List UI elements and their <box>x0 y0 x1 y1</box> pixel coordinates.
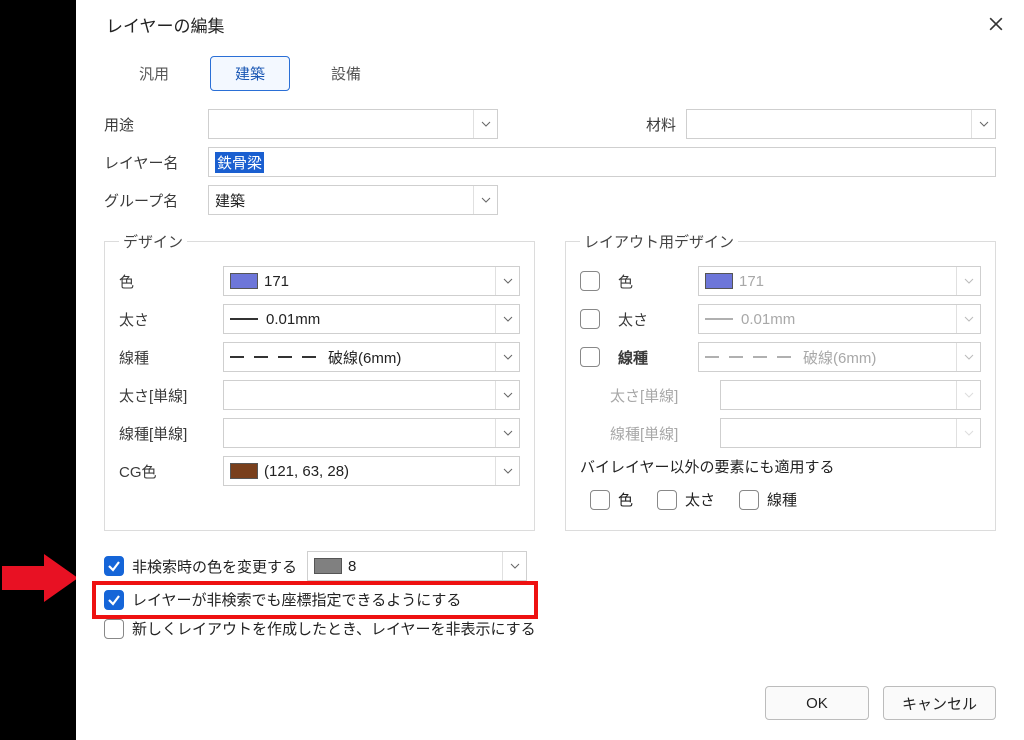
swatch-cg-color <box>230 463 258 479</box>
group-design: デザイン 色 171 太さ 0.01mm <box>104 231 535 531</box>
label-layout-color: 色 <box>618 271 688 292</box>
chevron-down-icon <box>495 457 519 485</box>
legend-design: デザイン <box>119 231 187 252</box>
label-thickness: 太さ <box>119 309 213 330</box>
label-layout-linetype-single: 線種[単線] <box>610 423 710 444</box>
tab-architecture[interactable]: 建築 <box>210 56 290 91</box>
chevron-down-icon <box>473 110 497 138</box>
combo-thickness-value: 0.01mm <box>266 311 320 328</box>
label-coord-on-nonsearch: レイヤーが非検索でも座標指定できるようにする <box>132 589 461 610</box>
dash-sample-icon <box>705 356 795 358</box>
cancel-button[interactable]: キャンセル <box>883 686 996 720</box>
check-icon <box>107 559 121 573</box>
combo-thickness[interactable]: 0.01mm <box>223 304 520 334</box>
chevron-down-icon <box>495 419 519 447</box>
chevron-down-icon <box>956 343 980 371</box>
swatch-layout-color <box>705 273 733 289</box>
label-layer-name: レイヤー名 <box>104 152 198 173</box>
combo-layout-color[interactable]: 171 <box>698 266 981 296</box>
chevron-down-icon <box>502 552 526 580</box>
tab-bar: 汎用 建築 設備 <box>104 46 996 109</box>
chevron-down-icon <box>956 305 980 333</box>
label-cg-color: CG色 <box>119 461 213 482</box>
combo-nonsearch-color[interactable]: 8 <box>307 551 527 581</box>
checkbox-apply-linetype[interactable] <box>739 490 759 510</box>
checkbox-hide-on-new-layout[interactable] <box>104 619 124 639</box>
label-change-nonsearch-color: 非検索時の色を変更する <box>132 556 297 577</box>
line-sample-icon <box>230 318 258 320</box>
label-group-name: グループ名 <box>104 190 198 211</box>
combo-cg-color[interactable]: (121, 63, 28) <box>223 456 520 486</box>
checkbox-change-nonsearch-color[interactable] <box>104 556 124 576</box>
label-linetype: 線種 <box>119 347 213 368</box>
combo-linetype-value: 破線(6mm) <box>328 347 401 368</box>
line-sample-icon <box>705 318 733 320</box>
check-icon <box>107 593 121 607</box>
label-layout-linetype: 線種 <box>618 347 688 368</box>
label-apply-linetype: 線種 <box>767 489 797 510</box>
combo-layout-thick-single <box>720 380 981 410</box>
checkbox-apply-color[interactable] <box>590 490 610 510</box>
label-use: 用途 <box>104 114 198 135</box>
checkbox-layout-color[interactable] <box>580 271 600 291</box>
chevron-down-icon <box>495 267 519 295</box>
input-layer-name[interactable]: 鉄骨梁 <box>208 147 996 177</box>
combo-layout-linetype[interactable]: 破線(6mm) <box>698 342 981 372</box>
combo-material[interactable] <box>686 109 996 139</box>
chevron-down-icon <box>971 110 995 138</box>
checkbox-apply-thickness[interactable] <box>657 490 677 510</box>
checkbox-layout-thickness[interactable] <box>580 309 600 329</box>
swatch-color <box>230 273 258 289</box>
dialog-title: レイヤーの編集 <box>106 12 982 37</box>
combo-layout-thickness-value: 0.01mm <box>741 311 795 328</box>
label-layout-thickness: 太さ <box>618 309 688 330</box>
combo-layout-thickness[interactable]: 0.01mm <box>698 304 981 334</box>
label-hide-on-new-layout: 新しくレイアウトを作成したとき、レイヤーを非表示にする <box>132 618 536 639</box>
label-layout-thick-single: 太さ[単線] <box>610 385 710 406</box>
chevron-down-icon <box>956 267 980 295</box>
combo-linetype[interactable]: 破線(6mm) <box>223 342 520 372</box>
chevron-down-icon <box>495 343 519 371</box>
combo-linetype-single[interactable] <box>223 418 520 448</box>
label-apply-color: 色 <box>618 489 633 510</box>
combo-nonsearch-color-value: 8 <box>348 558 356 575</box>
label-color: 色 <box>119 271 213 292</box>
close-button[interactable] <box>982 10 1010 38</box>
combo-thick-single[interactable] <box>223 380 520 410</box>
swatch-nonsearch-color <box>314 558 342 574</box>
chevron-down-icon <box>495 305 519 333</box>
label-apply-other: バイレイヤー以外の要素にも適用する <box>580 456 981 477</box>
label-thick-single: 太さ[単線] <box>119 385 213 406</box>
chevron-down-icon <box>956 419 980 447</box>
combo-group-name-value: 建築 <box>215 190 245 211</box>
combo-layout-linetype-single <box>720 418 981 448</box>
label-material: 材料 <box>616 114 676 135</box>
chevron-down-icon <box>956 381 980 409</box>
legend-layout-design: レイアウト用デザイン <box>580 231 738 252</box>
group-layout-design: レイアウト用デザイン 色 171 太さ 0.01mm <box>565 231 996 531</box>
combo-color[interactable]: 171 <box>223 266 520 296</box>
dash-sample-icon <box>230 356 320 358</box>
combo-use[interactable] <box>208 109 498 139</box>
label-apply-thickness: 太さ <box>685 489 715 510</box>
checkbox-coord-on-nonsearch[interactable] <box>104 590 124 610</box>
combo-cg-color-value: (121, 63, 28) <box>264 463 349 480</box>
chevron-down-icon <box>495 381 519 409</box>
combo-layout-color-value: 171 <box>739 273 764 290</box>
tab-equipment[interactable]: 設備 <box>306 56 386 91</box>
close-icon <box>989 17 1003 31</box>
chevron-down-icon <box>473 186 497 214</box>
tab-general[interactable]: 汎用 <box>114 56 194 91</box>
checkbox-layout-linetype[interactable] <box>580 347 600 367</box>
combo-color-value: 171 <box>264 273 289 290</box>
ok-button[interactable]: OK <box>765 686 869 720</box>
combo-group-name[interactable]: 建築 <box>208 185 498 215</box>
input-layer-name-value: 鉄骨梁 <box>215 152 264 173</box>
combo-layout-linetype-value: 破線(6mm) <box>803 347 876 368</box>
label-linetype-single: 線種[単線] <box>119 423 213 444</box>
